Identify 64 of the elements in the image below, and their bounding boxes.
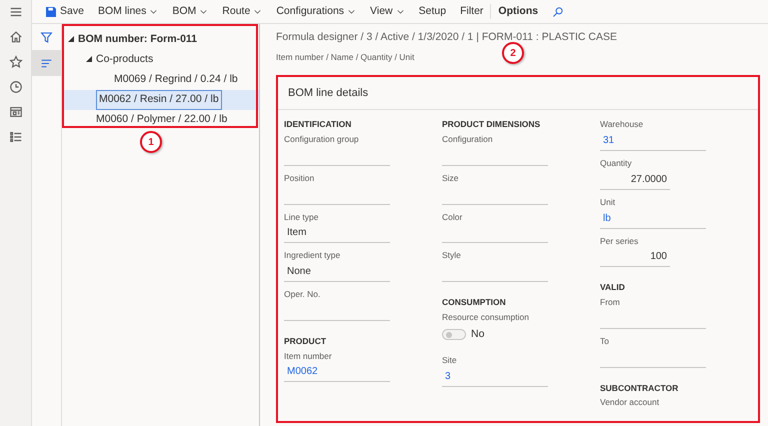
search-icon — [552, 6, 564, 18]
section-heading: SUBCONTRACTOR — [600, 382, 680, 394]
workspace-icon[interactable] — [8, 105, 22, 119]
field-label: To — [600, 334, 610, 348]
filter-icon — [40, 30, 53, 44]
field-label: Quantity — [600, 157, 633, 170]
star-icon[interactable] — [8, 55, 22, 69]
field-label: Style — [442, 249, 462, 262]
input-field[interactable]: Item — [284, 223, 390, 244]
menu-button[interactable]: BOM lines — [90, 4, 166, 20]
tree-item[interactable]: M0069 / Regrind / 0.24 / lb — [62, 70, 259, 90]
home-icon[interactable] — [8, 30, 22, 44]
save-icon — [45, 6, 57, 18]
field-label: Configuration — [442, 133, 494, 146]
tree-item[interactable]: M0062 / Resin / 27.00 / lb — [62, 90, 259, 110]
menu-button[interactable]: View — [363, 4, 412, 20]
menu-icon[interactable] — [8, 5, 22, 19]
input-field[interactable]: M0062 — [284, 362, 390, 382]
panel-title: BOM line details — [278, 76, 758, 110]
toggle-switch[interactable] — [442, 328, 466, 340]
toggle-value: No — [471, 326, 484, 342]
field-label: Oper. No. — [284, 288, 322, 301]
toolbar-button[interactable]: Options — [490, 4, 546, 20]
field-label: Warehouse — [600, 118, 644, 131]
section-heading: CONSUMPTION — [442, 296, 507, 309]
field-label: Line type — [284, 210, 320, 224]
tree-item[interactable]: Co-products — [62, 50, 259, 70]
field-label: From — [600, 296, 621, 309]
input-field[interactable]: 3 — [442, 367, 548, 387]
menu-button[interactable]: Configurations — [269, 4, 364, 20]
input-field[interactable]: None — [284, 262, 390, 282]
lines-icon — [40, 56, 53, 70]
toolbar-button[interactable]: Filter — [453, 4, 490, 20]
tree-item[interactable]: M0060 / Polymer / 22.00 / lb — [62, 110, 259, 130]
field-label: Configuration group — [284, 133, 360, 146]
callout-number: 2 — [502, 42, 524, 64]
field-label: Color — [442, 210, 464, 224]
input-field[interactable]: lb — [600, 208, 706, 228]
input-field[interactable]: 31 — [600, 131, 706, 151]
field-label: Unit — [600, 196, 616, 208]
field-label: Vendor account — [600, 396, 660, 409]
breadcrumb: Formula designer / 3 / Active / 1/3/2020 / 1 | FORM-011 : PLASTIC CASE — [276, 30, 618, 45]
menu-button[interactable]: Route — [215, 4, 270, 20]
field-label: Position — [284, 172, 316, 184]
tree-item[interactable]: BOM number: Form-011 — [62, 30, 259, 50]
section-heading: IDENTIFICATION — [284, 118, 352, 131]
menu-button[interactable]: BOM — [165, 4, 216, 20]
section-heading: PRODUCT DIMENSIONS — [442, 118, 542, 131]
field-label: Site — [442, 354, 458, 367]
callout-number: 1 — [140, 131, 162, 153]
field-label: Ingredient type — [284, 249, 342, 262]
list-icon[interactable] — [8, 130, 22, 144]
save-button[interactable]: Save — [38, 4, 91, 20]
input-field[interactable]: 27.0000 — [600, 170, 670, 190]
field-label: Resource consumption — [442, 310, 530, 324]
section-heading: PRODUCT — [284, 334, 328, 348]
toolbar-button[interactable]: Setup — [412, 4, 454, 20]
input-field[interactable]: 100 — [600, 247, 670, 268]
field-label: Size — [442, 172, 460, 184]
clock-icon[interactable] — [8, 80, 22, 94]
field-label: Item number — [284, 350, 333, 362]
field-label: Per series — [600, 234, 640, 248]
breadcrumb-subtitle: Item number / Name / Quantity / Unit — [276, 50, 414, 64]
section-heading: VALID — [600, 281, 626, 294]
